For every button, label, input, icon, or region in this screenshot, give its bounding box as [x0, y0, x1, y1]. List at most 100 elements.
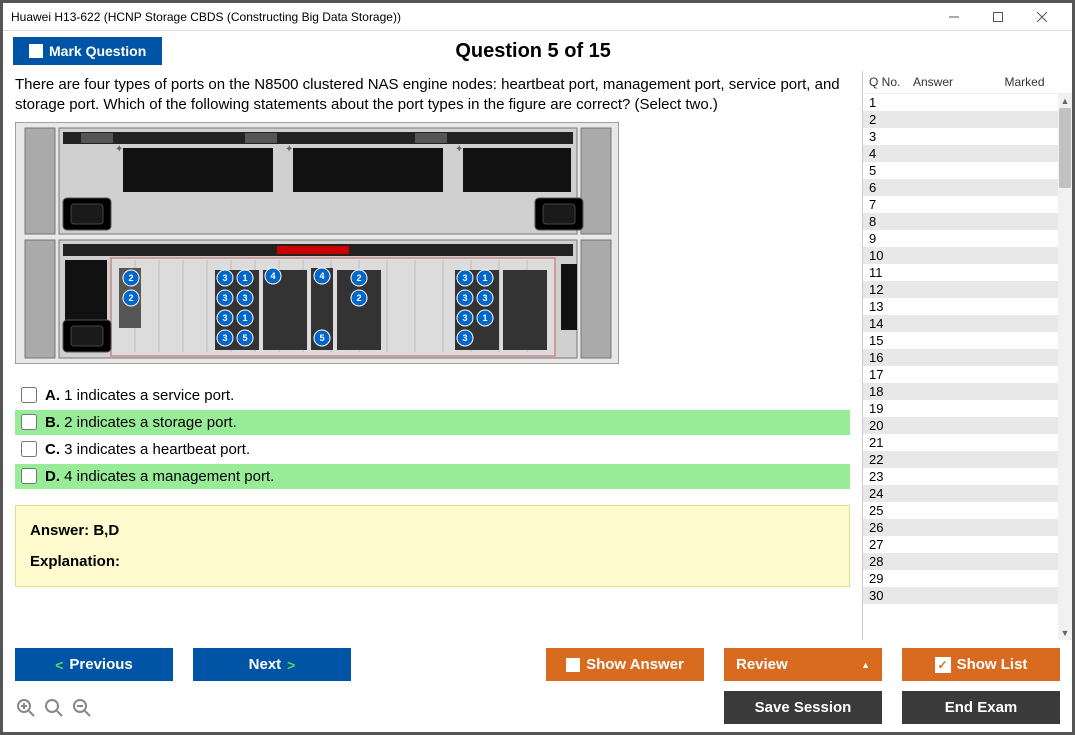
list-row[interactable]: 6 — [863, 179, 1058, 196]
row-qno: 20 — [869, 418, 913, 433]
list-row[interactable]: 9 — [863, 230, 1058, 247]
checkbox-icon — [566, 658, 580, 672]
svg-text:2: 2 — [128, 273, 133, 283]
chevron-right-icon: > — [287, 657, 295, 673]
previous-button[interactable]: < Previous — [15, 648, 173, 681]
list-row[interactable]: 2 — [863, 111, 1058, 128]
minimize-button[interactable] — [932, 3, 976, 31]
row-qno: 13 — [869, 299, 913, 314]
list-row[interactable]: 7 — [863, 196, 1058, 213]
row-qno: 7 — [869, 197, 913, 212]
list-row[interactable]: 30 — [863, 587, 1058, 604]
svg-text:4: 4 — [319, 271, 324, 281]
list-row[interactable]: 18 — [863, 383, 1058, 400]
list-row[interactable]: 19 — [863, 400, 1058, 417]
save-session-button[interactable]: Save Session — [724, 691, 882, 724]
list-row[interactable]: 13 — [863, 298, 1058, 315]
svg-text:1: 1 — [242, 273, 247, 283]
mark-question-button[interactable]: Mark Question — [13, 37, 162, 65]
end-exam-button[interactable]: End Exam — [902, 691, 1060, 724]
list-rows[interactable]: 1234567891011121314151617181920212223242… — [863, 94, 1058, 640]
col-answer: Answer — [913, 75, 983, 89]
list-row[interactable]: 1 — [863, 94, 1058, 111]
show-answer-button[interactable]: Show Answer — [546, 648, 704, 681]
list-row[interactable]: 23 — [863, 468, 1058, 485]
list-body: 1234567891011121314151617181920212223242… — [863, 94, 1072, 640]
show-list-label: Show List — [957, 656, 1028, 673]
svg-text:1: 1 — [482, 313, 487, 323]
scroll-thumb[interactable] — [1059, 108, 1071, 188]
show-list-button[interactable]: ✓ Show List — [902, 648, 1060, 681]
option-D[interactable]: D. 4 indicates a management port. — [15, 464, 850, 489]
row-qno: 4 — [869, 146, 913, 161]
list-row[interactable]: 16 — [863, 349, 1058, 366]
footer-row-2: Save Session End Exam — [15, 691, 1060, 724]
row-qno: 21 — [869, 435, 913, 450]
svg-text:4: 4 — [270, 271, 275, 281]
scroll-down-icon[interactable]: ▼ — [1058, 626, 1072, 640]
svg-text:3: 3 — [462, 333, 467, 343]
option-checkbox[interactable] — [21, 468, 37, 484]
list-row[interactable]: 29 — [863, 570, 1058, 587]
review-button[interactable]: Review ▲ — [724, 648, 882, 681]
option-checkbox[interactable] — [21, 387, 37, 403]
row-qno: 8 — [869, 214, 913, 229]
option-label: D. 4 indicates a management port. — [45, 468, 274, 485]
list-row[interactable]: 12 — [863, 281, 1058, 298]
main-area: There are four types of ports on the N85… — [3, 71, 1072, 640]
option-checkbox[interactable] — [21, 441, 37, 457]
row-qno: 23 — [869, 469, 913, 484]
footer: < Previous Next > Show Answer Review ▲ ✓… — [3, 640, 1072, 732]
list-header: Q No. Answer Marked — [863, 71, 1072, 94]
list-row[interactable]: 27 — [863, 536, 1058, 553]
next-label: Next — [249, 656, 282, 673]
show-answer-label: Show Answer — [586, 656, 684, 673]
list-row[interactable]: 17 — [863, 366, 1058, 383]
list-row[interactable]: 14 — [863, 315, 1058, 332]
list-row[interactable]: 11 — [863, 264, 1058, 281]
next-button[interactable]: Next > — [193, 648, 351, 681]
svg-text:3: 3 — [462, 293, 467, 303]
scroll-up-icon[interactable]: ▲ — [1058, 94, 1072, 108]
row-qno: 6 — [869, 180, 913, 195]
option-checkbox[interactable] — [21, 414, 37, 430]
list-row[interactable]: 10 — [863, 247, 1058, 264]
list-row[interactable]: 4 — [863, 145, 1058, 162]
svg-text:3: 3 — [482, 293, 487, 303]
row-qno: 16 — [869, 350, 913, 365]
list-row[interactable]: 15 — [863, 332, 1058, 349]
zoom-out-icon[interactable] — [71, 697, 93, 719]
list-row[interactable]: 21 — [863, 434, 1058, 451]
option-B[interactable]: B. 2 indicates a storage port. — [15, 410, 850, 435]
list-row[interactable]: 24 — [863, 485, 1058, 502]
svg-text:5: 5 — [319, 333, 324, 343]
row-qno: 28 — [869, 554, 913, 569]
list-row[interactable]: 28 — [863, 553, 1058, 570]
list-row[interactable]: 3 — [863, 128, 1058, 145]
svg-text:✦: ✦ — [455, 144, 463, 155]
option-label: B. 2 indicates a storage port. — [45, 414, 237, 431]
option-C[interactable]: C. 3 indicates a heartbeat port. — [15, 437, 850, 462]
maximize-button[interactable] — [976, 3, 1020, 31]
list-row[interactable]: 8 — [863, 213, 1058, 230]
zoom-in-icon[interactable] — [15, 697, 37, 719]
list-row[interactable]: 25 — [863, 502, 1058, 519]
answer-explanation-box: Answer: B,D Explanation: — [15, 505, 850, 587]
zoom-reset-icon[interactable] — [43, 697, 65, 719]
svg-text:3: 3 — [462, 273, 467, 283]
option-label: A. 1 indicates a service port. — [45, 387, 234, 404]
svg-text:✦: ✦ — [115, 144, 123, 155]
list-row[interactable]: 20 — [863, 417, 1058, 434]
zoom-controls — [15, 697, 93, 719]
titlebar: Huawei H13-622 (HCNP Storage CBDS (Const… — [3, 3, 1072, 31]
scrollbar[interactable]: ▲ ▼ — [1058, 94, 1072, 640]
close-button[interactable] — [1020, 3, 1064, 31]
row-qno: 30 — [869, 588, 913, 603]
list-row[interactable]: 26 — [863, 519, 1058, 536]
svg-text:3: 3 — [222, 333, 227, 343]
list-row[interactable]: 5 — [863, 162, 1058, 179]
dropdown-arrow-icon: ▲ — [861, 660, 870, 670]
list-row[interactable]: 22 — [863, 451, 1058, 468]
window-controls — [932, 3, 1064, 31]
option-A[interactable]: A. 1 indicates a service port. — [15, 383, 850, 408]
